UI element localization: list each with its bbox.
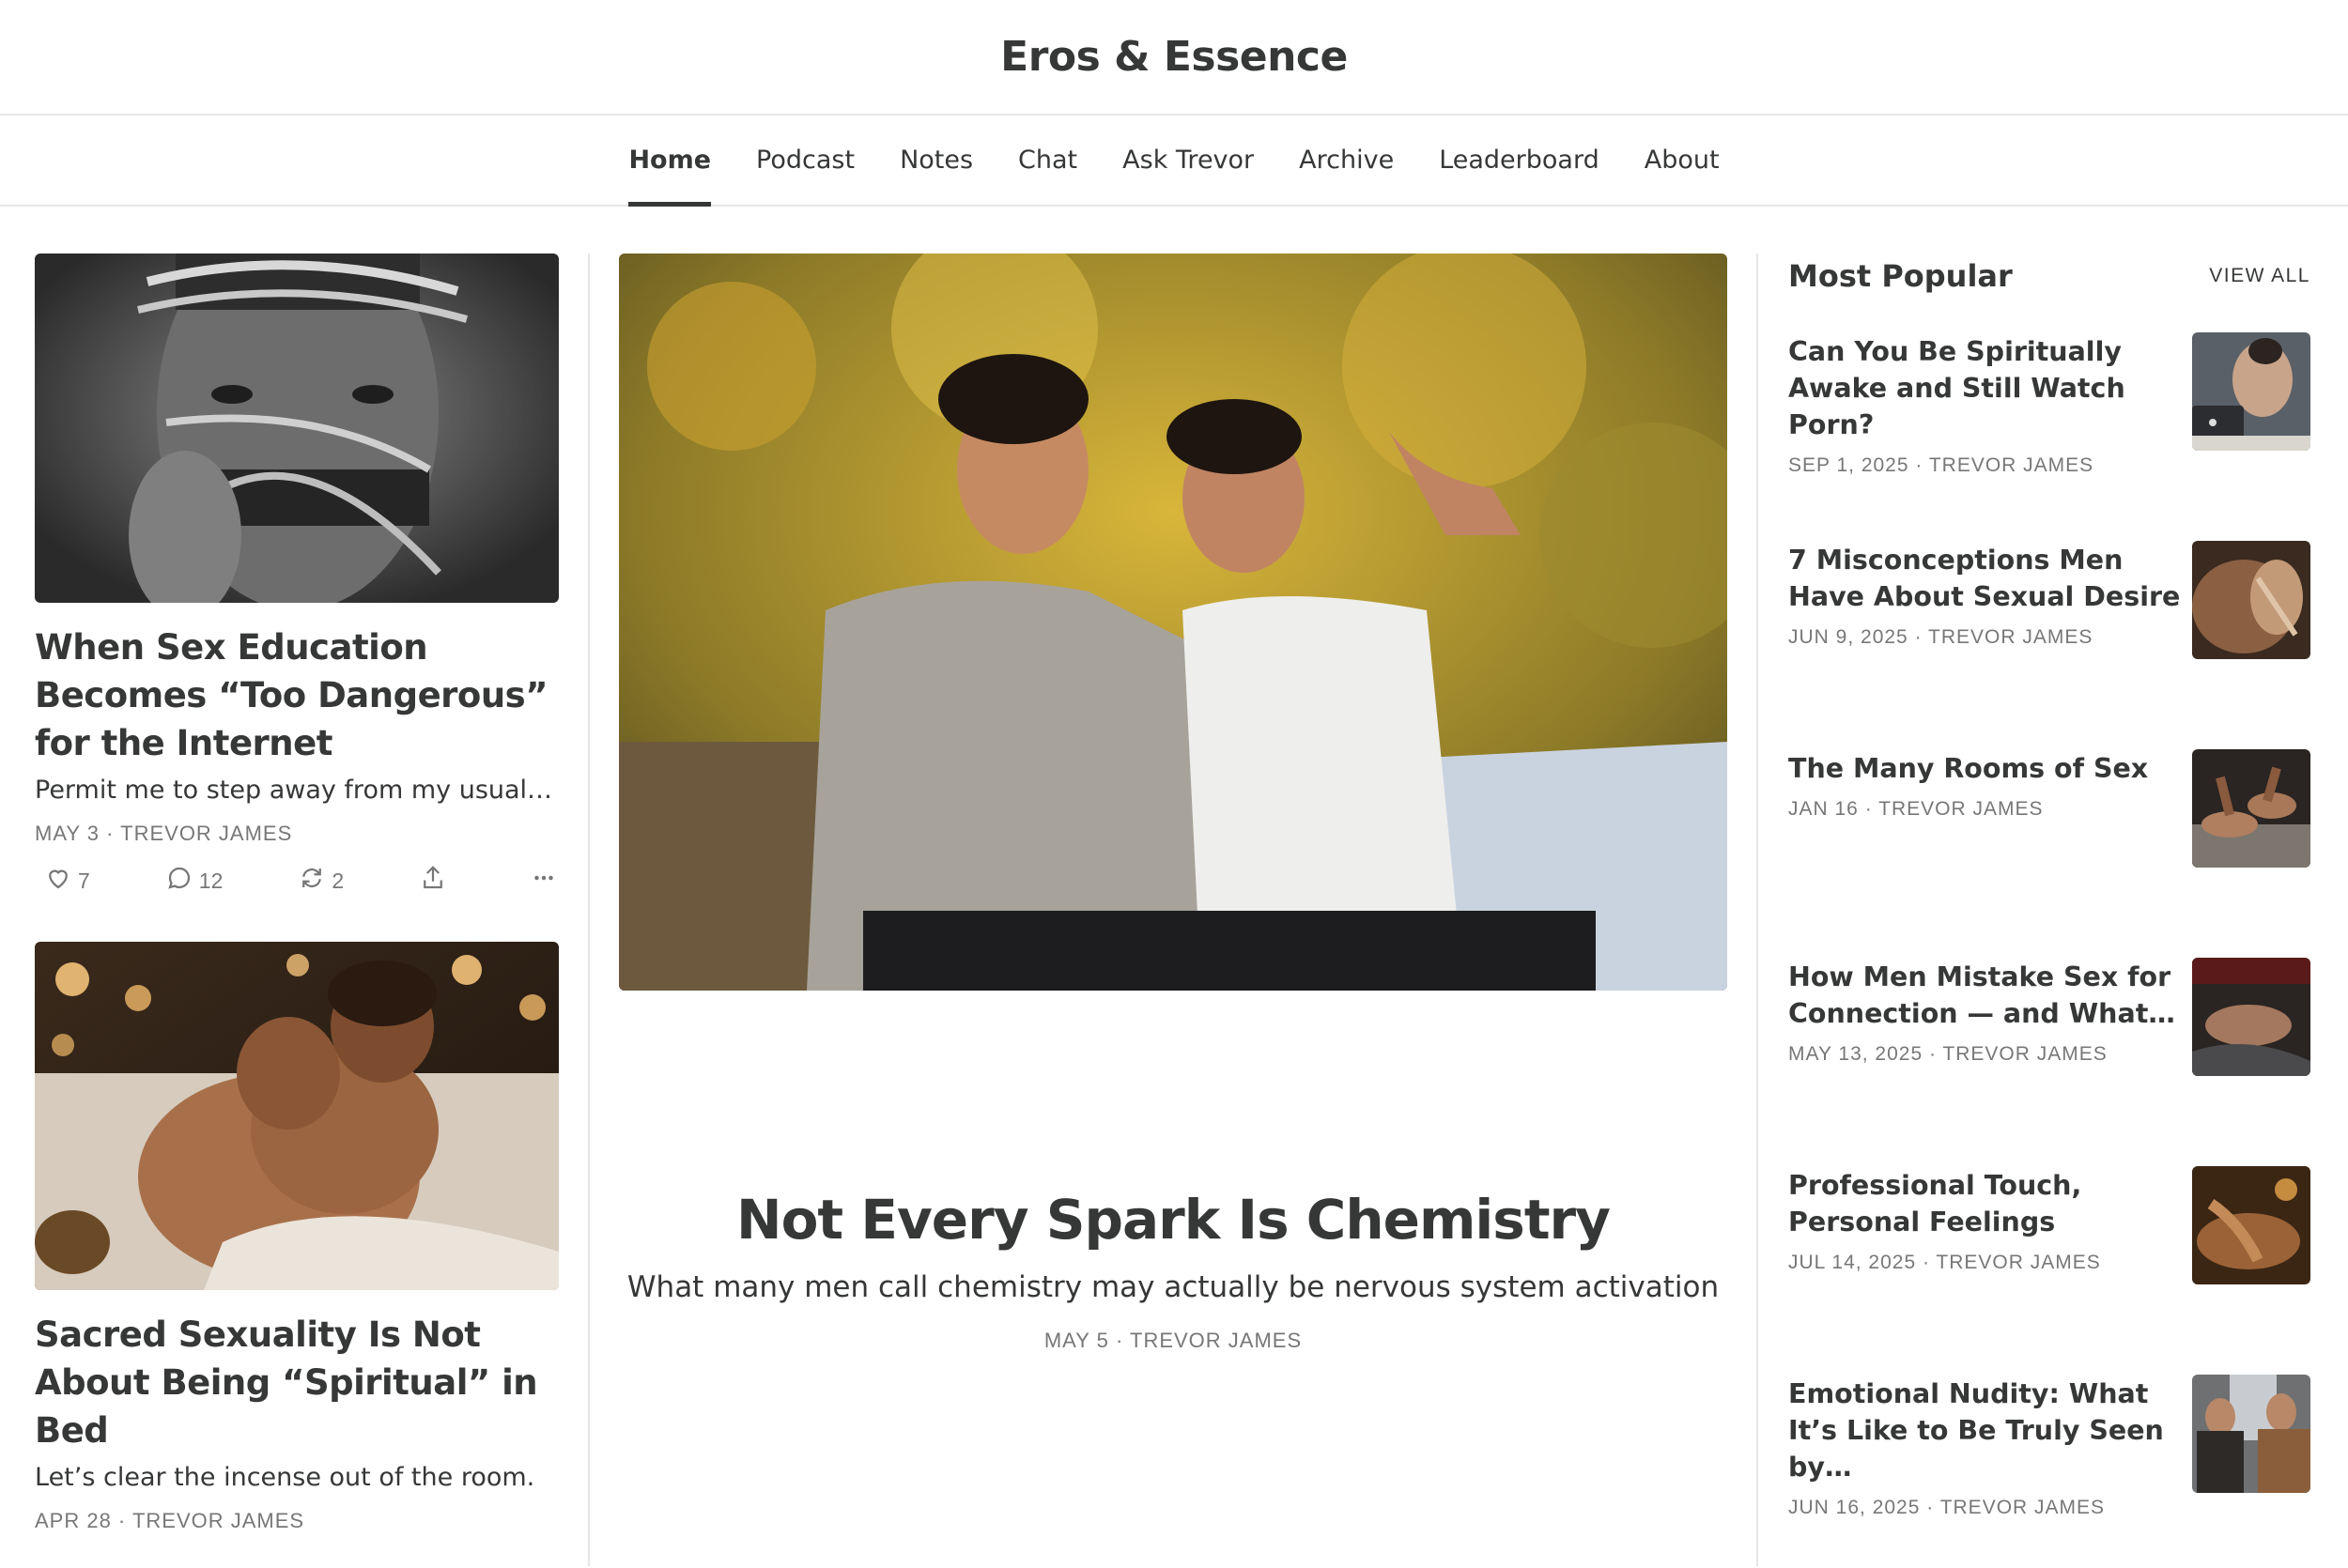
featured-title[interactable]: Not Every Spark Is Chemistry — [619, 1188, 1727, 1252]
left-column: When Sex Education Becomes “Too Dangerou… — [35, 254, 559, 1533]
popular-item-meta: JAN 16 · TREVOR JAMES — [1788, 798, 2044, 820]
restack-button[interactable]: 2 — [298, 864, 344, 898]
like-count: 7 — [78, 868, 90, 893]
popular-item-title[interactable]: The Many Rooms of Sex — [1788, 750, 2183, 787]
post-subtitle: Let’s clear the incense out of the room. — [35, 1463, 535, 1492]
featured-meta: MAY 5 · TREVOR JAMES — [1043, 1329, 1303, 1352]
main-nav: Home Podcast Notes Chat Ask Trevor Archi… — [0, 115, 2348, 207]
restack-count: 2 — [332, 868, 345, 893]
site-header: Eros & Essence — [0, 0, 2348, 115]
post-meta: APR 28 · TREVOR JAMES — [35, 1509, 305, 1532]
post-card[interactable]: Sacred Sexuality Is Not About Being “Spi… — [35, 942, 559, 1533]
column-divider — [588, 254, 590, 1566]
comment-icon — [165, 864, 193, 898]
post-meta: MAY 3 · TREVOR JAMES — [35, 822, 293, 845]
view-all-link[interactable]: VIEW ALL — [2209, 265, 2310, 287]
post-subtitle: Permit me to step away from my usual… — [35, 776, 553, 805]
post-image[interactable] — [35, 942, 559, 1290]
popular-item[interactable]: The Many Rooms of Sex JAN 16 · TREVOR JA… — [1788, 749, 2310, 959]
like-button[interactable]: 7 — [44, 864, 90, 898]
popular-item-title[interactable]: How Men Mistake Sex for Connection — and… — [1788, 959, 2183, 1032]
popular-item-meta: JUL 14, 2025 · TREVOR JAMES — [1788, 1252, 2101, 1273]
popular-item-title[interactable]: Professional Touch, Personal Feelings — [1788, 1167, 2183, 1240]
nav-archive[interactable]: Archive — [1299, 115, 1394, 205]
home-feed: When Sex Education Becomes “Too Dangerou… — [0, 207, 2348, 1566]
popular-item-thumbnail[interactable] — [2192, 332, 2310, 451]
comment-count: 12 — [198, 868, 224, 893]
nav-leaderboard[interactable]: Leaderboard — [1439, 115, 1599, 205]
post-title[interactable]: Sacred Sexuality Is Not About Being “Spi… — [35, 1311, 559, 1454]
post-image[interactable] — [35, 254, 559, 603]
popular-item-thumbnail[interactable] — [2192, 541, 2310, 659]
post-actions: 7 12 2 — [35, 865, 559, 897]
site-title[interactable]: Eros & Essence — [1000, 33, 1348, 81]
popular-item-thumbnail[interactable] — [2192, 749, 2310, 868]
most-popular-heading: Most Popular — [1788, 258, 2013, 294]
featured-image[interactable] — [619, 254, 1727, 991]
nav-podcast[interactable]: Podcast — [756, 115, 855, 205]
popular-item-thumbnail[interactable] — [2192, 958, 2310, 1076]
popular-item[interactable]: 7 Misconceptions Men Have About Sexual D… — [1788, 541, 2310, 750]
popular-item-title[interactable]: Can You Be Spiritually Awake and Still W… — [1788, 333, 2183, 443]
more-icon — [530, 864, 558, 898]
nav-home[interactable]: Home — [628, 115, 711, 207]
popular-item[interactable]: Professional Touch, Personal Feelings JU… — [1788, 1166, 2310, 1376]
popular-item-thumbnail[interactable] — [2192, 1375, 2310, 1493]
most-popular: Most Popular VIEW ALL Can You Be Spiritu… — [1788, 254, 2310, 1568]
popular-item-title[interactable]: 7 Misconceptions Men Have About Sexual D… — [1788, 542, 2183, 615]
share-icon — [419, 864, 447, 898]
popular-item-meta: JUN 16, 2025 · TREVOR JAMES — [1788, 1497, 2106, 1518]
comment-button[interactable]: 12 — [165, 864, 224, 898]
popular-item-title[interactable]: Emotional Nudity: What It’s Like to Be T… — [1788, 1376, 2183, 1485]
popular-item[interactable]: How Men Mistake Sex for Connection — and… — [1788, 958, 2310, 1167]
column-divider — [1756, 254, 1758, 1566]
popular-item-meta: SEP 1, 2025 · TREVOR JAMES — [1788, 454, 2094, 476]
popular-item[interactable]: Emotional Nudity: What It’s Like to Be T… — [1788, 1375, 2310, 1568]
nav-chat[interactable]: Chat — [1018, 115, 1077, 205]
more-button[interactable] — [530, 864, 558, 898]
nav-notes[interactable]: Notes — [900, 115, 973, 205]
nav-ask-trevor[interactable]: Ask Trevor — [1122, 115, 1254, 205]
post-title[interactable]: When Sex Education Becomes “Too Dangerou… — [35, 623, 559, 767]
featured-subtitle: What many men call chemistry may actuall… — [626, 1270, 1720, 1304]
popular-item-thumbnail[interactable] — [2192, 1166, 2310, 1284]
featured-post[interactable]: Not Every Spark Is Chemistry What many m… — [619, 254, 1727, 1353]
popular-item-meta: MAY 13, 2025 · TREVOR JAMES — [1788, 1043, 2108, 1065]
nav-about[interactable]: About — [1645, 115, 1720, 205]
popular-item[interactable]: Can You Be Spiritually Awake and Still W… — [1788, 332, 2310, 542]
post-card[interactable]: When Sex Education Becomes “Too Dangerou… — [35, 254, 559, 897]
share-button[interactable] — [419, 864, 447, 898]
popular-item-meta: JUN 9, 2025 · TREVOR JAMES — [1788, 626, 2093, 648]
heart-icon — [44, 864, 72, 898]
restack-icon — [298, 864, 326, 898]
